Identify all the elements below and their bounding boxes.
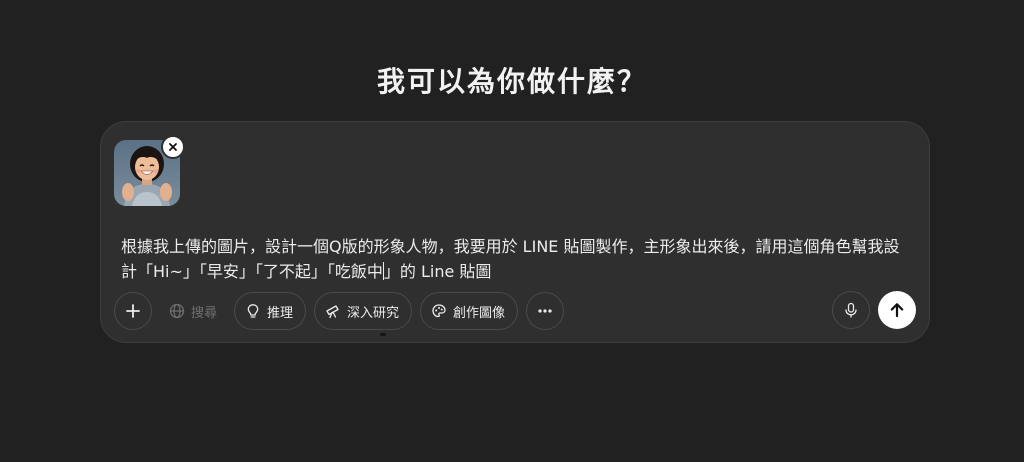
lightbulb-icon <box>247 304 259 318</box>
send-button[interactable] <box>878 291 916 329</box>
scroll-indicator <box>380 333 386 336</box>
telescope-icon <box>326 305 339 319</box>
chat-home: 我可以為你做什麼？ 根據我上傳的圖片，設計一個Q版的形象人物，我要用於 LINE… <box>0 0 1024 462</box>
globe-icon <box>169 303 185 319</box>
attachment-thumbnail[interactable] <box>114 135 185 206</box>
prompt-text-before-caret: 根據我上傳的圖片，設計一個Q版的形象人物，我要用於 LINE 貼圖製作，主形象出… <box>121 237 900 281</box>
reason-label: 推理 <box>267 305 294 321</box>
plus-icon <box>126 304 140 318</box>
composer-toolbar: 搜尋 推理 深入研究 創作圖像 <box>114 291 565 331</box>
prompt-input[interactable]: 根據我上傳的圖片，設計一個Q版的形象人物，我要用於 LINE 貼圖製作，主形象出… <box>121 234 911 284</box>
create-image-button[interactable]: 創作圖像 <box>420 292 519 330</box>
deep-research-label: 深入研究 <box>347 305 400 321</box>
palette-icon <box>432 304 446 318</box>
prompt-composer[interactable]: 根據我上傳的圖片，設計一個Q版的形象人物，我要用於 LINE 貼圖製作，主形象出… <box>100 121 930 343</box>
arrow-up-icon <box>890 303 904 318</box>
add-attachment-button[interactable] <box>114 292 152 330</box>
deep-research-button[interactable]: 深入研究 <box>314 292 413 330</box>
ellipsis-icon <box>538 309 552 313</box>
reason-button[interactable]: 推理 <box>234 292 307 330</box>
more-tools-button[interactable] <box>526 292 565 330</box>
remove-attachment-button[interactable] <box>161 135 185 159</box>
composer-actions <box>832 291 916 329</box>
create-image-label: 創作圖像 <box>453 305 506 321</box>
search-label: 搜尋 <box>191 305 218 321</box>
close-icon <box>169 143 177 151</box>
search-button[interactable]: 搜尋 <box>160 292 226 330</box>
microphone-icon <box>845 302 857 318</box>
page-title: 我可以為你做什麼？ <box>376 65 647 98</box>
prompt-text-after-caret: 」的 Line 貼圖 <box>383 262 492 281</box>
voice-input-button[interactable] <box>832 291 870 329</box>
